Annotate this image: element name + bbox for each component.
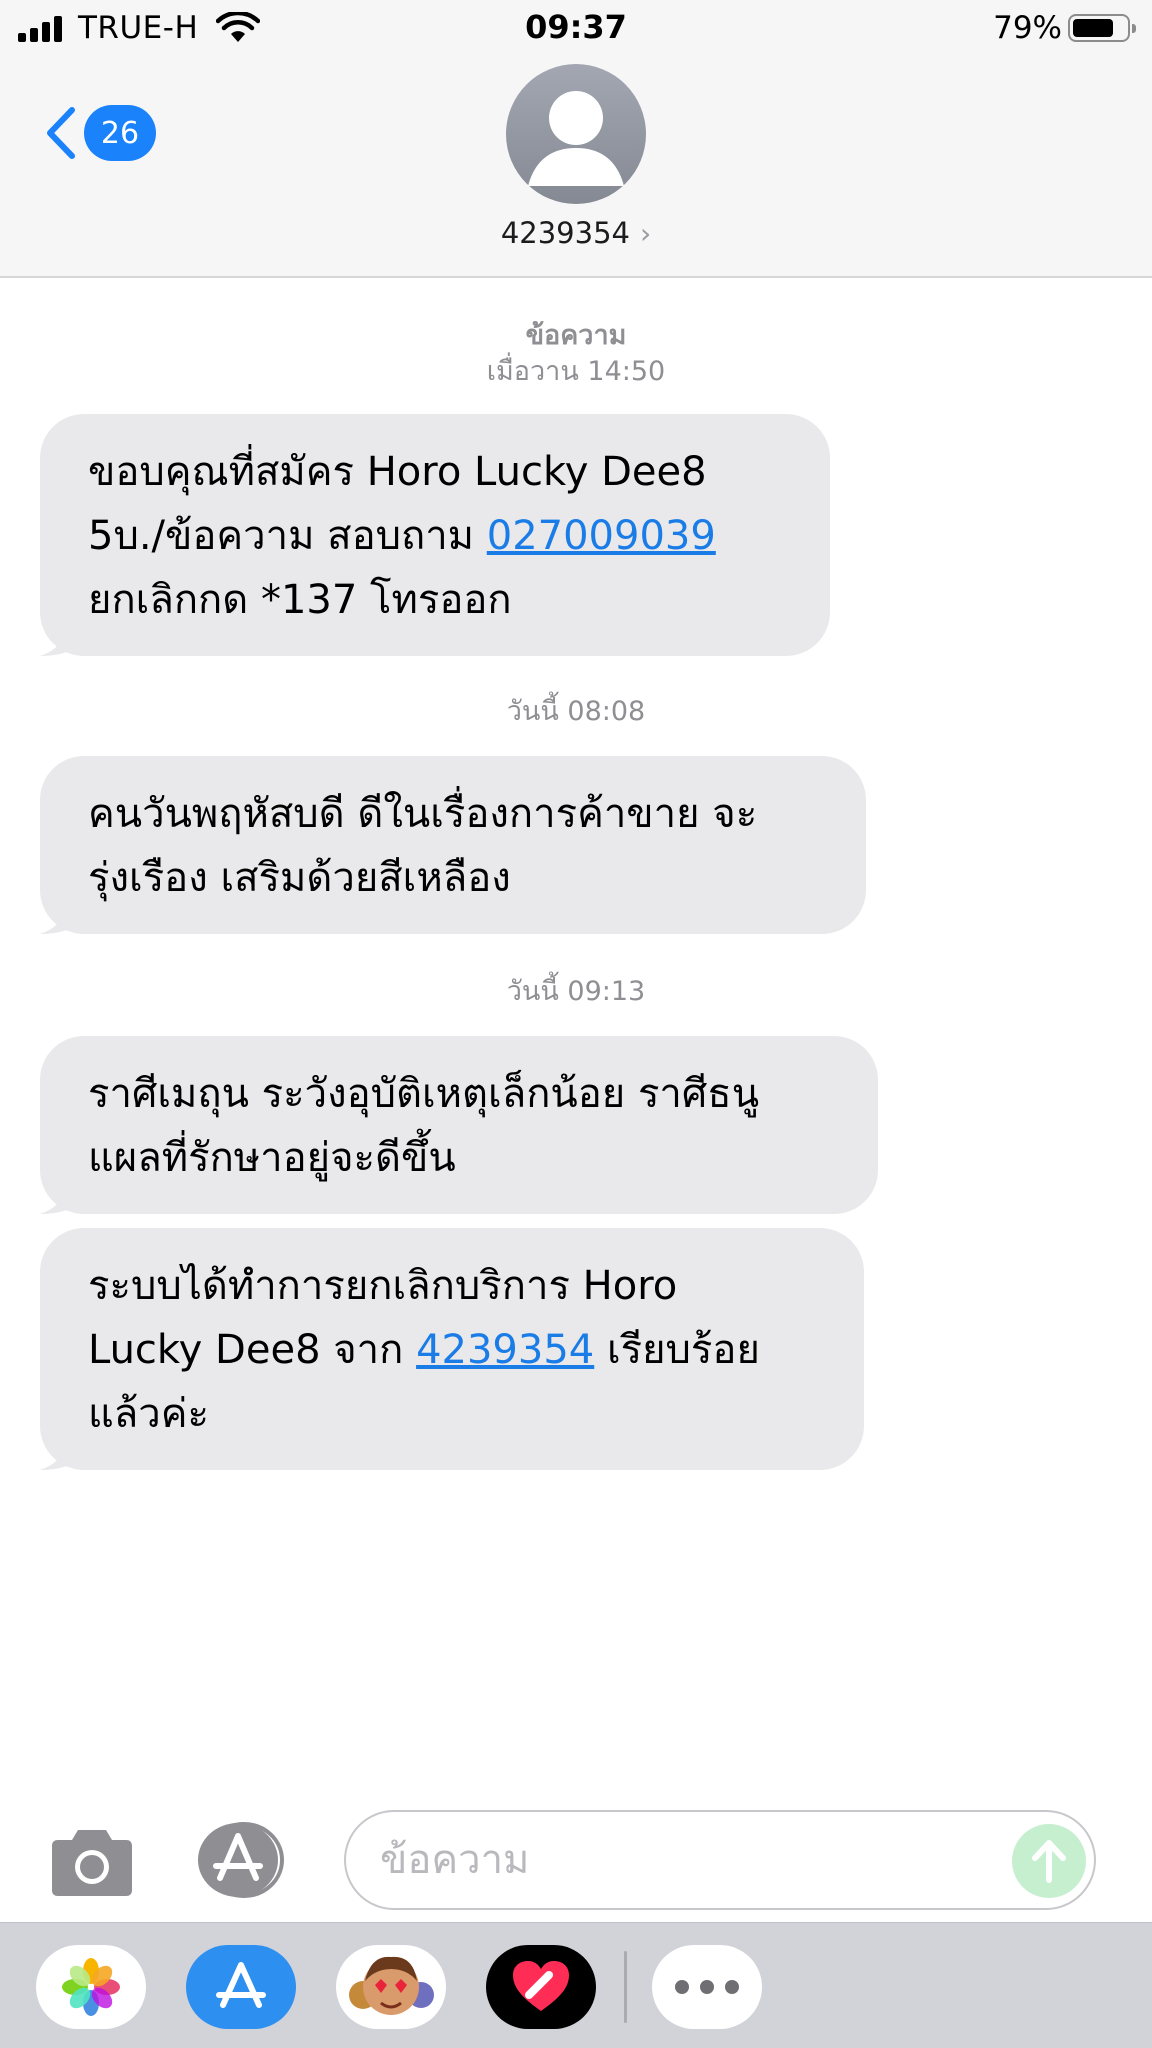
message-bubble[interactable]: ราศีเมถุน ระวังอุบัติเหตุเล็กน้อย ราศีธน… <box>40 1036 878 1214</box>
message-input[interactable] <box>380 1832 980 1888</box>
message-bubble[interactable]: ขอบคุณที่สมัคร Horo Lucky Dee8 5บ./ข้อคว… <box>40 414 830 656</box>
phone-number-link[interactable]: 027009039 <box>487 513 716 559</box>
message-text-line: รุ่งเรือง เสริมด้วยสีเหลือง <box>88 855 511 901</box>
battery-icon <box>1068 14 1136 42</box>
message-text-line: ระบบได้ทำการยกเลิกบริการ Horo <box>88 1263 678 1309</box>
message-text-line: 5บ./ข้อความ สอบถาม 027009039 <box>88 513 716 559</box>
chevron-right-icon: › <box>639 216 652 250</box>
imessage-app-drawer <box>0 1922 1152 2048</box>
photos-app-icon[interactable] <box>36 1945 146 2029</box>
timestamp-text: เมื่อวาน 14:50 <box>486 356 666 387</box>
heart-icon <box>513 1961 569 2011</box>
person-silhouette-icon <box>528 91 624 186</box>
message-bubble[interactable]: คนวันพฤหัสบดี ดีในเรื่องการค้าขาย จะ รุ่… <box>40 756 866 934</box>
message-bubble[interactable]: ระบบได้ทำการยกเลิกบริการ Horo Lucky Dee8… <box>40 1228 864 1470</box>
photos-flower-icon <box>62 1958 120 2016</box>
arrow-up-icon <box>1032 1840 1066 1883</box>
chevron-left-icon <box>47 107 75 159</box>
conversation-header: TRUE-H 09:37 79% 26 4239354 › <box>0 0 1152 278</box>
message-text-line: คนวันพฤหัสบดี ดีในเรื่องการค้าขาย จะ <box>88 791 758 837</box>
message-text-line: แผลที่รักษาอยู่จะดีขึ้น <box>88 1135 456 1181</box>
memoji-stickers-icon[interactable] <box>336 1945 446 2029</box>
contact-name-button[interactable]: 4239354 › <box>0 216 1152 250</box>
timestamp: ข้อความ เมื่อวาน 14:50 <box>0 318 1152 390</box>
send-button[interactable] <box>1012 1824 1086 1898</box>
message-composer <box>0 1790 1152 1920</box>
digital-touch-icon[interactable] <box>486 1945 596 2029</box>
camera-icon[interactable] <box>48 1828 136 1898</box>
message-input-field[interactable] <box>344 1810 1096 1910</box>
drawer-divider <box>624 1951 627 2023</box>
app-store-button[interactable] <box>194 1820 294 1900</box>
ellipsis-icon <box>675 1980 739 1994</box>
contact-avatar[interactable] <box>506 64 646 204</box>
phone-number-link[interactable]: 4239354 <box>416 1327 594 1373</box>
message-text-line: ขอบคุณที่สมัคร Horo Lucky Dee8 <box>88 449 707 495</box>
battery-percentage: 79% <box>993 10 1062 46</box>
memoji-faces-icon <box>349 1956 434 2015</box>
message-text-line: Lucky Dee8 จาก 4239354 เรียบร้อย <box>88 1327 760 1373</box>
message-text-line: ยกเลิกกด *137 โทรออก <box>88 577 512 623</box>
unread-count-badge: 26 <box>84 105 156 161</box>
message-text-line: ราศีเมถุน ระวังอุบัติเหตุเล็กน้อย ราศีธน… <box>88 1071 760 1117</box>
timestamp-title: ข้อความ <box>525 320 627 351</box>
battery-level-fill <box>1073 19 1113 37</box>
message-text-line: แล้วค่ะ <box>88 1391 209 1437</box>
timestamp: วันนี้ 09:13 <box>506 976 646 1007</box>
back-button[interactable]: 26 <box>42 104 156 162</box>
more-apps-icon[interactable] <box>652 1945 762 2029</box>
timestamp: วันนี้ 08:08 <box>506 696 646 727</box>
app-store-icon[interactable] <box>186 1945 296 2029</box>
app-store-glyph <box>216 1962 266 2008</box>
contact-name: 4239354 <box>500 216 630 250</box>
status-bar: TRUE-H 09:37 79% <box>0 0 1152 56</box>
status-time: 09:37 <box>525 8 627 46</box>
